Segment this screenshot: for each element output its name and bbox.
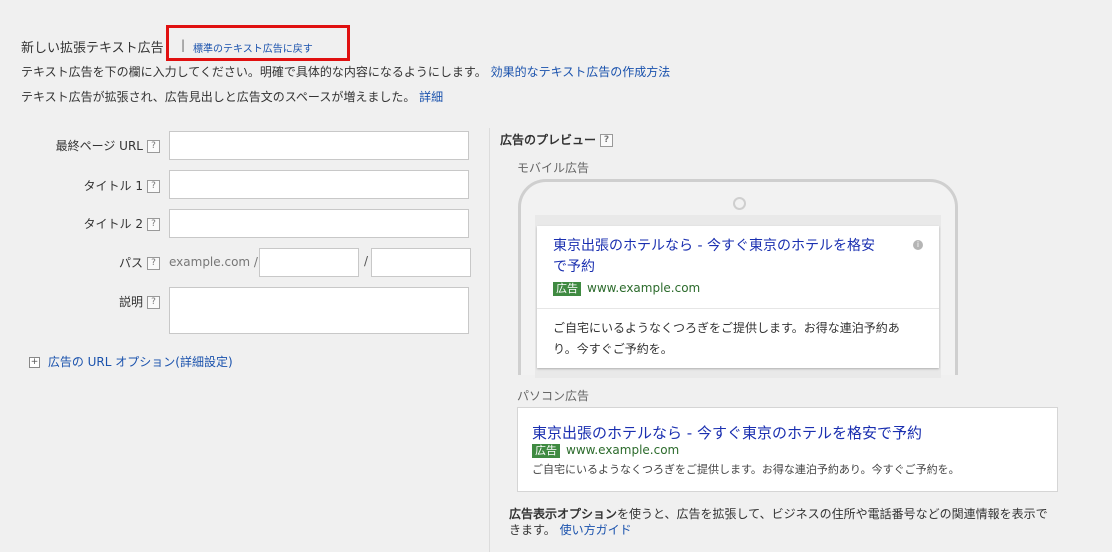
- title1-label: タイトル 1?: [0, 177, 160, 194]
- form-row-description: 説明?: [0, 287, 480, 337]
- path2-input[interactable]: [371, 248, 471, 277]
- desktop-ad-card: 東京出張のホテルなら - 今すぐ東京のホテルを格安で予約 広告 www.examp…: [517, 407, 1058, 492]
- help-icon[interactable]: ?: [600, 134, 614, 147]
- ad-extensions-text2: きます。: [509, 523, 556, 537]
- mobile-ad-description-line2: り。今すぐご予約を。: [553, 342, 673, 356]
- form-row-path: パス? example.com / /: [0, 248, 480, 278]
- form-row-final-url: 最終ページ URL?: [0, 131, 480, 161]
- expand-icon[interactable]: +: [29, 357, 40, 368]
- instruction-copy: テキスト広告を下の欄に入力してください。明確で具体的な内容になるようにします。: [21, 65, 487, 79]
- description-label-text: 説明: [118, 295, 143, 309]
- preview-title: 広告のプレビュー?: [500, 131, 614, 148]
- column-divider: [489, 128, 490, 552]
- help-icon[interactable]: ?: [147, 180, 160, 193]
- mobile-ad-description: ご自宅にいるようなくつろぎをご提供します。お得な連泊予約あ り。今すぐご予約を。: [553, 318, 933, 360]
- desktop-ad-label: パソコン広告: [517, 389, 590, 403]
- path1-input[interactable]: [259, 248, 359, 277]
- help-icon[interactable]: ?: [147, 257, 160, 270]
- desktop-ad-url-line: 広告 www.example.com: [532, 443, 679, 458]
- help-icon[interactable]: ?: [147, 140, 160, 153]
- highlight-box: [166, 25, 350, 61]
- description-input[interactable]: [169, 287, 469, 334]
- description-label: 説明?: [0, 293, 160, 310]
- ad-extensions-bold: 広告表示オプション: [509, 507, 618, 521]
- mobile-ad-url-line: 広告 www.example.com: [553, 281, 700, 296]
- url-options-link[interactable]: 広告の URL オプション(詳細設定): [48, 355, 233, 369]
- mobile-display-url: www.example.com: [587, 281, 701, 295]
- url-options-toggle[interactable]: + 広告の URL オプション(詳細設定): [29, 353, 233, 370]
- page-title: 新しい拡張テキスト広告: [21, 41, 164, 56]
- help-icon[interactable]: ?: [147, 296, 160, 309]
- details-link[interactable]: 詳細: [419, 90, 443, 104]
- phone-camera: [733, 197, 746, 210]
- ad-badge: 広告: [532, 443, 560, 458]
- path-domain: example.com /: [169, 255, 258, 269]
- title1-input[interactable]: [169, 170, 469, 199]
- path-label: パス?: [0, 254, 160, 271]
- mobile-ad-headline-line1: 東京出張のホテルなら - 今すぐ東京のホテルを格安: [553, 238, 875, 254]
- usage-guide-link[interactable]: 使い方ガイド: [560, 523, 632, 537]
- info-icon[interactable]: i: [913, 240, 923, 250]
- mobile-ad-card: 東京出張のホテルなら - 今すぐ東京のホテルを格安 で予約 i 広告 www.ex…: [537, 226, 939, 368]
- path-label-text: パス: [118, 256, 143, 270]
- preview-title-text: 広告のプレビュー: [500, 133, 597, 147]
- ad-badge: 広告: [553, 281, 581, 296]
- final-url-input[interactable]: [169, 131, 469, 160]
- effective-ads-link[interactable]: 効果的なテキスト広告の作成方法: [491, 65, 671, 79]
- desktop-ad-headline[interactable]: 東京出張のホテルなら - 今すぐ東京のホテルを格安で予約: [532, 422, 922, 443]
- help-icon[interactable]: ?: [147, 218, 160, 231]
- desktop-display-url: www.example.com: [566, 443, 680, 457]
- phone-frame: 東京出張のホテルなら - 今すぐ東京のホテルを格安 で予約 i 広告 www.ex…: [518, 179, 958, 378]
- note-copy: テキスト広告が拡張され、広告見出しと広告文のスペースが増えました。: [21, 90, 416, 104]
- ad-extensions-note: 広告表示オプションを使うと、広告を拡張して、ビジネスの住所や電話番号などの関連情…: [509, 506, 1069, 538]
- desktop-ad-description: ご自宅にいるようなくつろぎをご提供します。お得な連泊予約あり。今すぐご予約を。: [532, 463, 960, 476]
- mobile-ad-label: モバイル広告: [517, 161, 590, 175]
- title2-input[interactable]: [169, 209, 469, 238]
- path-separator: /: [364, 254, 369, 268]
- mobile-ad-description-line1: ご自宅にいるようなくつろぎをご提供します。お得な連泊予約あ: [553, 321, 900, 335]
- title2-label-text: タイトル 2: [83, 217, 143, 231]
- instruction-text: テキスト広告を下の欄に入力してください。明確で具体的な内容になるようにします。 …: [21, 63, 670, 80]
- ad-extensions-text1: を使うと、広告を拡張して、ビジネスの住所や電話番号などの関連情報を表示で: [617, 507, 1048, 521]
- form-row-title2: タイトル 2?: [0, 209, 480, 239]
- title2-label: タイトル 2?: [0, 215, 160, 232]
- card-divider: [537, 308, 939, 309]
- mobile-ad-headline-line2: で予約: [553, 259, 595, 275]
- mobile-ad-headline[interactable]: 東京出張のホテルなら - 今すぐ東京のホテルを格安 で予約: [553, 236, 913, 278]
- final-url-label: 最終ページ URL?: [0, 137, 160, 154]
- final-url-label-text: 最終ページ URL: [55, 139, 143, 153]
- note-text: テキスト広告が拡張され、広告見出しと広告文のスペースが増えました。 詳細: [21, 88, 443, 105]
- title1-label-text: タイトル 1: [83, 179, 143, 193]
- form-row-title1: タイトル 1?: [0, 170, 480, 200]
